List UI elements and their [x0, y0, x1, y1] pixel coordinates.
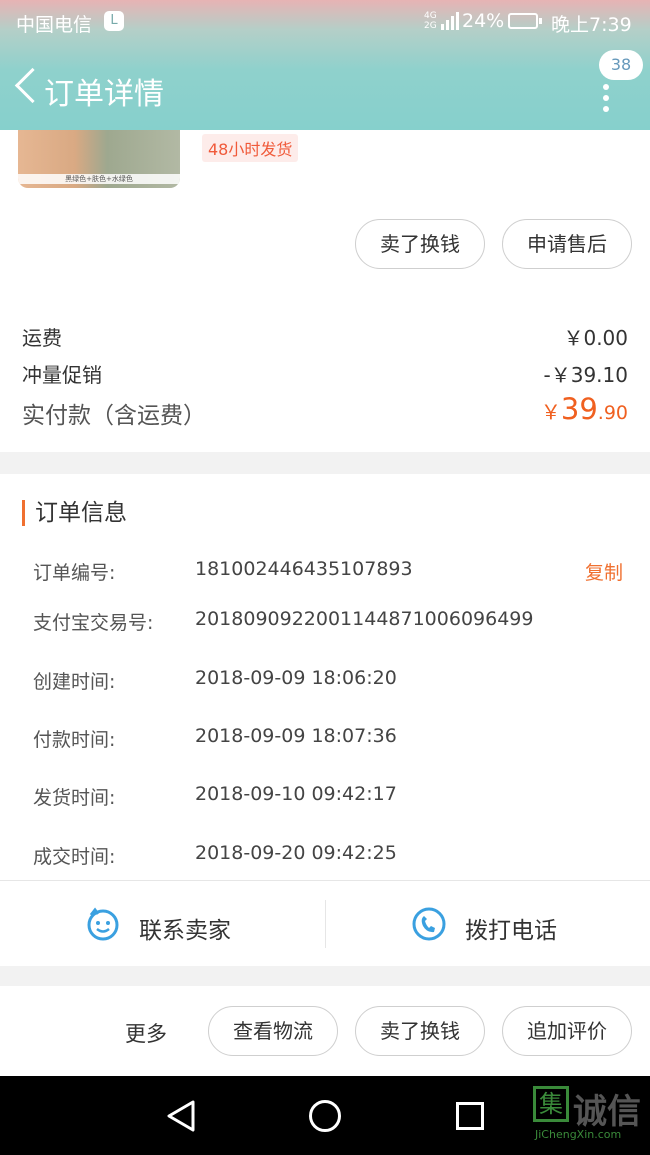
top-header-background: 中国电信 L 4G 2G 24% 晚上7:39 订单详情 38	[0, 0, 650, 130]
system-navigation-bar: 集 诚信 JiChengXin.com	[0, 1076, 650, 1155]
shipping-time-tag: 48小时发货	[202, 134, 299, 162]
payment-time-value: 2018-09-09 18:07:36	[195, 725, 397, 747]
recents-square-icon[interactable]	[456, 1102, 484, 1130]
add-review-button[interactable]: 追加评价	[502, 1006, 632, 1056]
call-phone-button[interactable]: 拨打电话	[325, 880, 650, 966]
page-title: 订单详情	[44, 77, 164, 112]
alipay-trade-number-value: 2018090922001144871006096499	[195, 608, 534, 630]
message-count-badge[interactable]: 38	[599, 50, 643, 80]
chat-face-icon	[87, 907, 119, 941]
product-thumbnail[interactable]: 黑绿色+肤色+水绿色	[18, 130, 180, 188]
carrier-name: 中国电信	[16, 14, 93, 36]
after-sales-button[interactable]: 申请售后	[502, 219, 632, 269]
order-info-title: 订单信息	[22, 500, 127, 526]
payment-time-label: 付款时间:	[33, 729, 116, 751]
clock: 晚上7:39	[551, 14, 632, 36]
alipay-trade-number-label: 支付宝交易号:	[33, 612, 154, 634]
back-arrow-icon[interactable]	[8, 64, 42, 110]
navigation-bar: 订单详情 38	[0, 44, 650, 130]
watermark-mark: 集	[533, 1086, 569, 1122]
contact-seller-button[interactable]: 联系卖家	[0, 880, 325, 966]
network-type-icon: 4G 2G	[424, 11, 437, 31]
product-summary-card: 黑绿色+肤色+水绿色 48小时发货 卖了换钱 申请售后 运费 ￥0.00 冲量促…	[0, 130, 650, 452]
order-number-label: 订单编号:	[33, 562, 116, 584]
shipping-fee-label: 运费	[22, 326, 62, 350]
sell-for-cash-button-bottom[interactable]: 卖了换钱	[355, 1006, 485, 1056]
promotion-label: 冲量促销	[22, 363, 102, 387]
shipped-time-label: 发货时间:	[33, 787, 116, 809]
copy-order-number-button[interactable]: 复制	[585, 558, 623, 585]
promotion-value: -￥39.10	[543, 363, 628, 387]
bottom-action-bar: 更多 查看物流 卖了换钱 追加评价	[0, 986, 650, 1076]
view-logistics-button[interactable]: 查看物流	[208, 1006, 338, 1056]
back-triangle-icon[interactable]	[165, 1100, 197, 1132]
home-circle-icon[interactable]	[309, 1100, 341, 1132]
created-time-value: 2018-09-09 18:06:20	[195, 667, 397, 689]
contact-seller-label: 联系卖家	[139, 918, 231, 944]
created-time-label: 创建时间:	[33, 671, 116, 693]
amount-paid-label: 实付款（含运费）	[22, 403, 206, 429]
amount-paid-row: 实付款（含运费） ￥39.90	[22, 392, 628, 430]
watermark-url: JiChengXin.com	[535, 1128, 622, 1141]
watermark-text: 诚信	[573, 1092, 641, 1132]
battery-icon	[508, 13, 542, 29]
more-label: 更多	[125, 1022, 167, 1046]
signal-icon	[441, 12, 459, 30]
completed-time-value: 2018-09-20 09:42:25	[195, 842, 397, 864]
shipping-fee-value: ￥0.00	[563, 326, 628, 350]
battery-percent: 24%	[462, 10, 505, 32]
amount-paid-value: ￥39.90	[540, 392, 628, 426]
product-image-caption: 黑绿色+肤色+水绿色	[18, 174, 180, 184]
carrier-app-icon: L	[104, 11, 124, 31]
order-number-value: 181002446435107893	[195, 558, 413, 580]
completed-time-label: 成交时间:	[33, 846, 116, 868]
sell-for-cash-button[interactable]: 卖了换钱	[355, 219, 485, 269]
promotion-row: 冲量促销 -￥39.10	[22, 359, 628, 388]
call-phone-label: 拨打电话	[465, 918, 557, 944]
more-options-icon[interactable]	[596, 84, 616, 124]
status-bar: 中国电信 L 4G 2G 24% 晚上7:39	[0, 0, 650, 44]
phone-icon	[412, 907, 446, 941]
shipping-fee-row: 运费 ￥0.00	[22, 322, 628, 351]
order-info-card: 订单信息 订单编号: 181002446435107893 复制 支付宝交易号:…	[0, 474, 650, 966]
shipped-time-value: 2018-09-10 09:42:17	[195, 783, 397, 805]
watermark-logo: 集 诚信 JiChengXin.com	[533, 1084, 650, 1146]
